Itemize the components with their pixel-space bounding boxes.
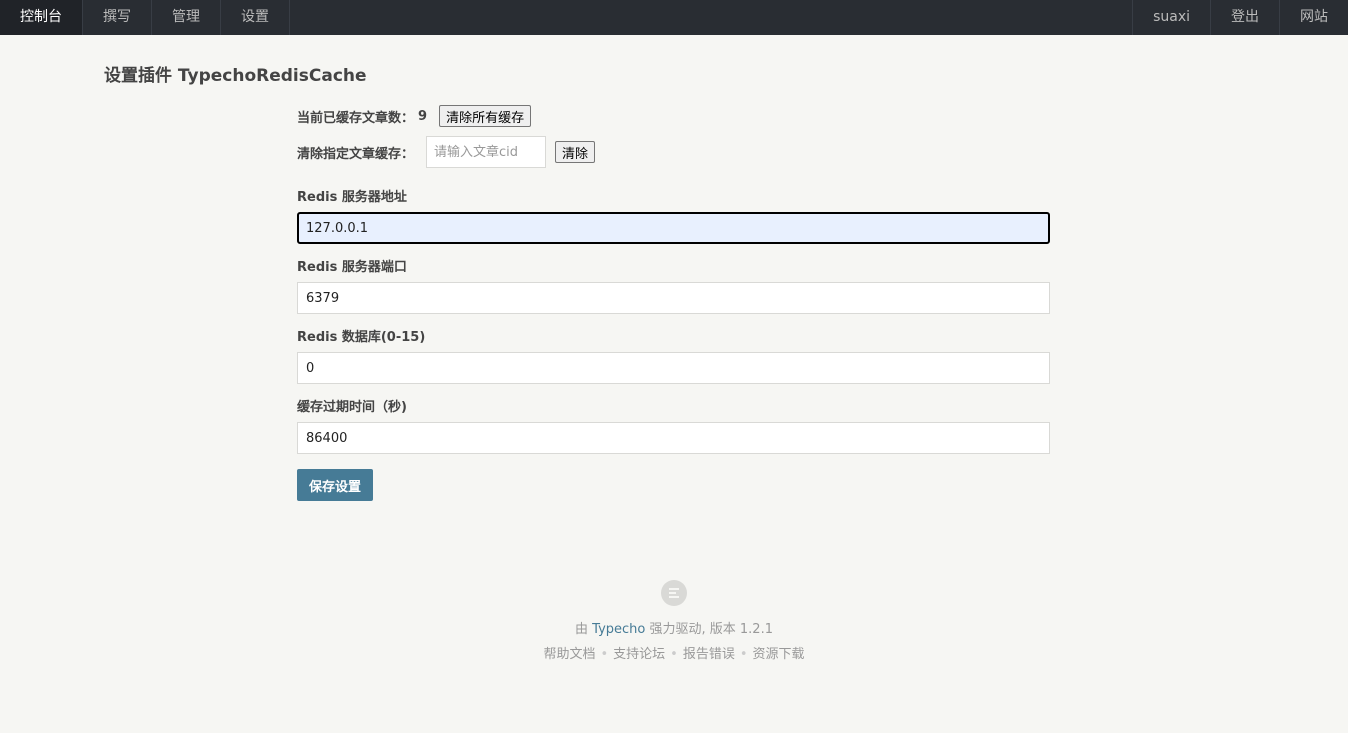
cache-expire-label: 缓存过期时间（秒): [297, 400, 407, 415]
footer: 由 Typecho 强力驱动, 版本 1.2.1 帮助文档 • 支持论坛 • 报告错误 •…: [0, 580, 1348, 665]
redis-host-field: Redis 服务器地址: [297, 186, 1050, 244]
nav-left-group: 控制台 撰写 管理 设置: [0, 0, 290, 35]
save-settings-button[interactable]: 保存设置: [297, 469, 374, 501]
typecho-logo-icon: [661, 580, 687, 606]
cache-expire-input[interactable]: [297, 422, 1050, 454]
nav-right-group: suaxi 登出 网站: [1132, 0, 1348, 35]
report-bug-link[interactable]: 报告错误: [683, 647, 735, 662]
nav-user-profile[interactable]: suaxi: [1132, 0, 1210, 35]
redis-db-label: Redis 数据库(0-15): [297, 330, 426, 345]
clear-all-cache-button[interactable]: 清除所有缓存: [439, 105, 532, 127]
cid-input[interactable]: [426, 136, 547, 168]
redis-host-input[interactable]: [297, 212, 1050, 244]
nav-settings[interactable]: 设置: [221, 0, 290, 35]
nav-website[interactable]: 网站: [1279, 0, 1348, 35]
separator-dot: •: [670, 647, 678, 662]
clear-specific-label: 清除指定文章缓存：: [297, 146, 415, 162]
clear-specific-row: 清除指定文章缓存： 清除: [297, 136, 1050, 168]
redis-db-input[interactable]: [297, 352, 1050, 384]
clear-cid-button[interactable]: 清除: [555, 141, 596, 163]
typecho-link[interactable]: Typecho: [592, 622, 645, 637]
redis-port-label: Redis 服务器端口: [297, 260, 407, 275]
cache-count-label: 当前已缓存文章数：: [297, 110, 415, 126]
support-forum-link[interactable]: 支持论坛: [613, 647, 665, 662]
cache-count-row: 当前已缓存文章数： 9 清除所有缓存: [297, 102, 1050, 130]
plugin-settings-form: 当前已缓存文章数： 9 清除所有缓存 清除指定文章缓存： 清除 Redis 服务…: [297, 102, 1050, 501]
separator-dot: •: [739, 647, 748, 662]
page-title: 设置插件 TypechoRedisCache: [104, 66, 367, 86]
nav-logout[interactable]: 登出: [1210, 0, 1279, 35]
redis-port-field: Redis 服务器端口: [297, 256, 1050, 314]
footer-links: 帮助文档 • 支持论坛 • 报告错误 • 资源下载: [0, 645, 1348, 665]
redis-host-label: Redis 服务器地址: [297, 190, 407, 205]
nav-manage[interactable]: 管理: [152, 0, 221, 35]
redis-port-input[interactable]: [297, 282, 1050, 314]
help-docs-link[interactable]: 帮助文档: [543, 647, 595, 662]
powered-prefix: 由: [575, 622, 589, 637]
top-navigation-bar: 控制台 撰写 管理 设置 suaxi 登出 网站: [0, 0, 1348, 35]
powered-by: 由 Typecho 强力驱动, 版本 1.2.1: [0, 620, 1348, 640]
cache-count-value: 9: [418, 108, 428, 124]
separator-dot: •: [600, 647, 609, 662]
download-resources-link[interactable]: 资源下载: [753, 647, 805, 662]
cache-expire-field: 缓存过期时间（秒): [297, 396, 1050, 454]
nav-dashboard[interactable]: 控制台: [0, 0, 83, 35]
redis-db-field: Redis 数据库(0-15): [297, 326, 1050, 384]
powered-suffix: 强力驱动, 版本 1.2.1: [649, 622, 773, 637]
nav-write[interactable]: 撰写: [83, 0, 152, 35]
